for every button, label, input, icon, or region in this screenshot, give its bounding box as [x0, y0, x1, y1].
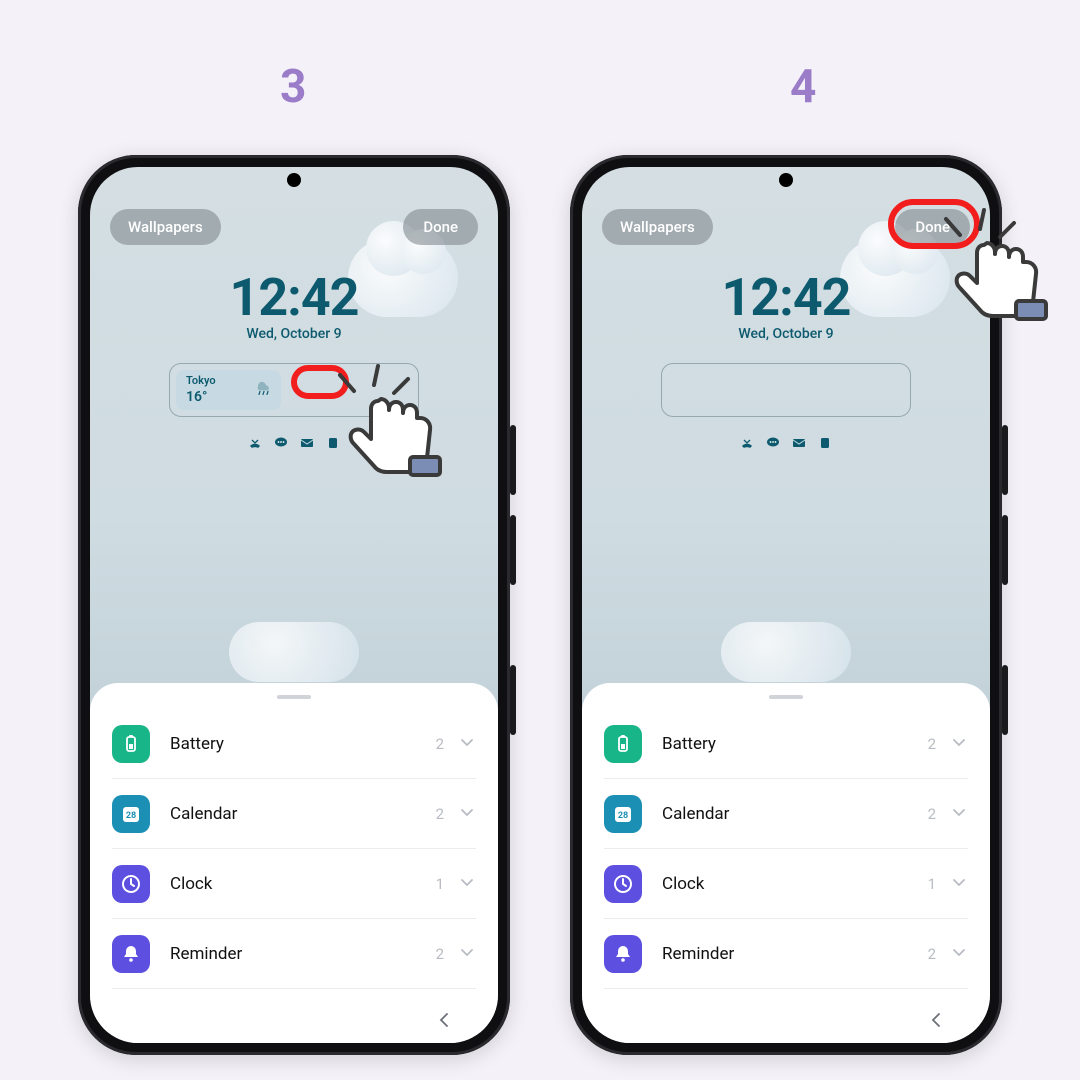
weather-widget[interactable]: Tokyo 16° [176, 370, 281, 410]
clock-date: Wed, October 9 [582, 326, 990, 342]
widget-count: 2 [436, 805, 444, 823]
done-button[interactable]: Done [403, 209, 478, 245]
calendar-icon: 28 [604, 795, 642, 833]
lockscreen-clock[interactable]: 12:42 Wed, October 9 [90, 267, 498, 342]
chevron-down-icon [950, 943, 968, 965]
widget-slot-empty[interactable] [661, 363, 911, 417]
chevron-down-icon [950, 733, 968, 755]
app-label: Reminder [170, 944, 436, 964]
back-icon[interactable] [928, 1011, 946, 1033]
battery-icon [112, 725, 150, 763]
app-label: Calendar [662, 804, 928, 824]
notification-icons [90, 429, 498, 448]
phone-mockup: Wallpapers Done 12:42 Wed, October 9 Bat… [570, 155, 1002, 1055]
widget-app-row[interactable]: Clock1 [604, 849, 968, 919]
wallpapers-button[interactable]: Wallpapers [110, 209, 221, 245]
chevron-down-icon [950, 873, 968, 895]
highlight-callout [888, 199, 980, 249]
mail-icon [300, 434, 314, 446]
app-label: Battery [662, 734, 928, 754]
clock-time: 12:42 [582, 267, 990, 328]
app-icon [326, 434, 340, 446]
widget-app-row[interactable]: Reminder2 [112, 919, 476, 989]
wallpapers-button[interactable]: Wallpapers [602, 209, 713, 245]
message-icon [766, 434, 780, 446]
widget-app-row[interactable]: Battery2 [604, 709, 968, 779]
lockscreen-clock[interactable]: 12:42 Wed, October 9 [582, 267, 990, 342]
clock-icon [112, 865, 150, 903]
step-number: 4 [790, 60, 816, 114]
phone-screen: Wallpapers Done 12:42 Wed, October 9 Bat… [582, 167, 990, 1043]
highlight-callout [291, 365, 349, 399]
drag-handle[interactable] [769, 695, 803, 699]
widget-app-row[interactable]: Reminder2 [604, 919, 968, 989]
rain-icon [253, 379, 273, 400]
camera-notch [779, 173, 793, 187]
app-label: Calendar [170, 804, 436, 824]
widget-count: 2 [928, 945, 936, 963]
app-label: Clock [662, 874, 928, 894]
chevron-down-icon [950, 803, 968, 825]
app-icon [818, 434, 832, 446]
message-icon [274, 434, 288, 446]
bell-icon [112, 935, 150, 973]
svg-text:28: 28 [618, 811, 628, 821]
chevron-down-icon [458, 943, 476, 965]
widget-count: 2 [928, 735, 936, 753]
app-label: Battery [170, 734, 436, 754]
chevron-down-icon [458, 873, 476, 895]
cloud-icon [229, 622, 359, 682]
drag-handle[interactable] [277, 695, 311, 699]
cloud-icon [721, 622, 851, 682]
phone-screen: Wallpapers Done 12:42 Wed, October 9 Tok… [90, 167, 498, 1043]
widget-count: 2 [436, 735, 444, 753]
step-number: 3 [280, 60, 306, 114]
app-label: Reminder [662, 944, 928, 964]
widget-picker-sheet[interactable]: Battery228Calendar2Clock1Reminder2 [90, 683, 498, 1043]
back-icon[interactable] [436, 1011, 454, 1033]
svg-text:28: 28 [126, 811, 136, 821]
calendar-icon: 28 [112, 795, 150, 833]
widget-picker-sheet[interactable]: Battery228Calendar2Clock1Reminder2 [582, 683, 990, 1043]
widget-app-row[interactable]: 28 Calendar2 [604, 779, 968, 849]
battery-icon [604, 725, 642, 763]
widget-count: 1 [928, 875, 936, 893]
phone-mockup: Wallpapers Done 12:42 Wed, October 9 Tok… [78, 155, 510, 1055]
chevron-down-icon [458, 803, 476, 825]
widget-count: 2 [928, 805, 936, 823]
clock-date: Wed, October 9 [90, 326, 498, 342]
chevron-down-icon [458, 733, 476, 755]
missed-call-icon [248, 434, 262, 446]
bell-icon [604, 935, 642, 973]
notification-icons [582, 429, 990, 448]
missed-call-icon [740, 434, 754, 446]
widget-app-row[interactable]: Battery2 [112, 709, 476, 779]
widget-app-row[interactable]: Clock1 [112, 849, 476, 919]
app-label: Clock [170, 874, 436, 894]
clock-icon [604, 865, 642, 903]
widget-app-row[interactable]: 28 Calendar2 [112, 779, 476, 849]
mail-icon [792, 434, 806, 446]
widget-count: 1 [436, 875, 444, 893]
clock-time: 12:42 [90, 267, 498, 328]
widget-count: 2 [436, 945, 444, 963]
camera-notch [287, 173, 301, 187]
